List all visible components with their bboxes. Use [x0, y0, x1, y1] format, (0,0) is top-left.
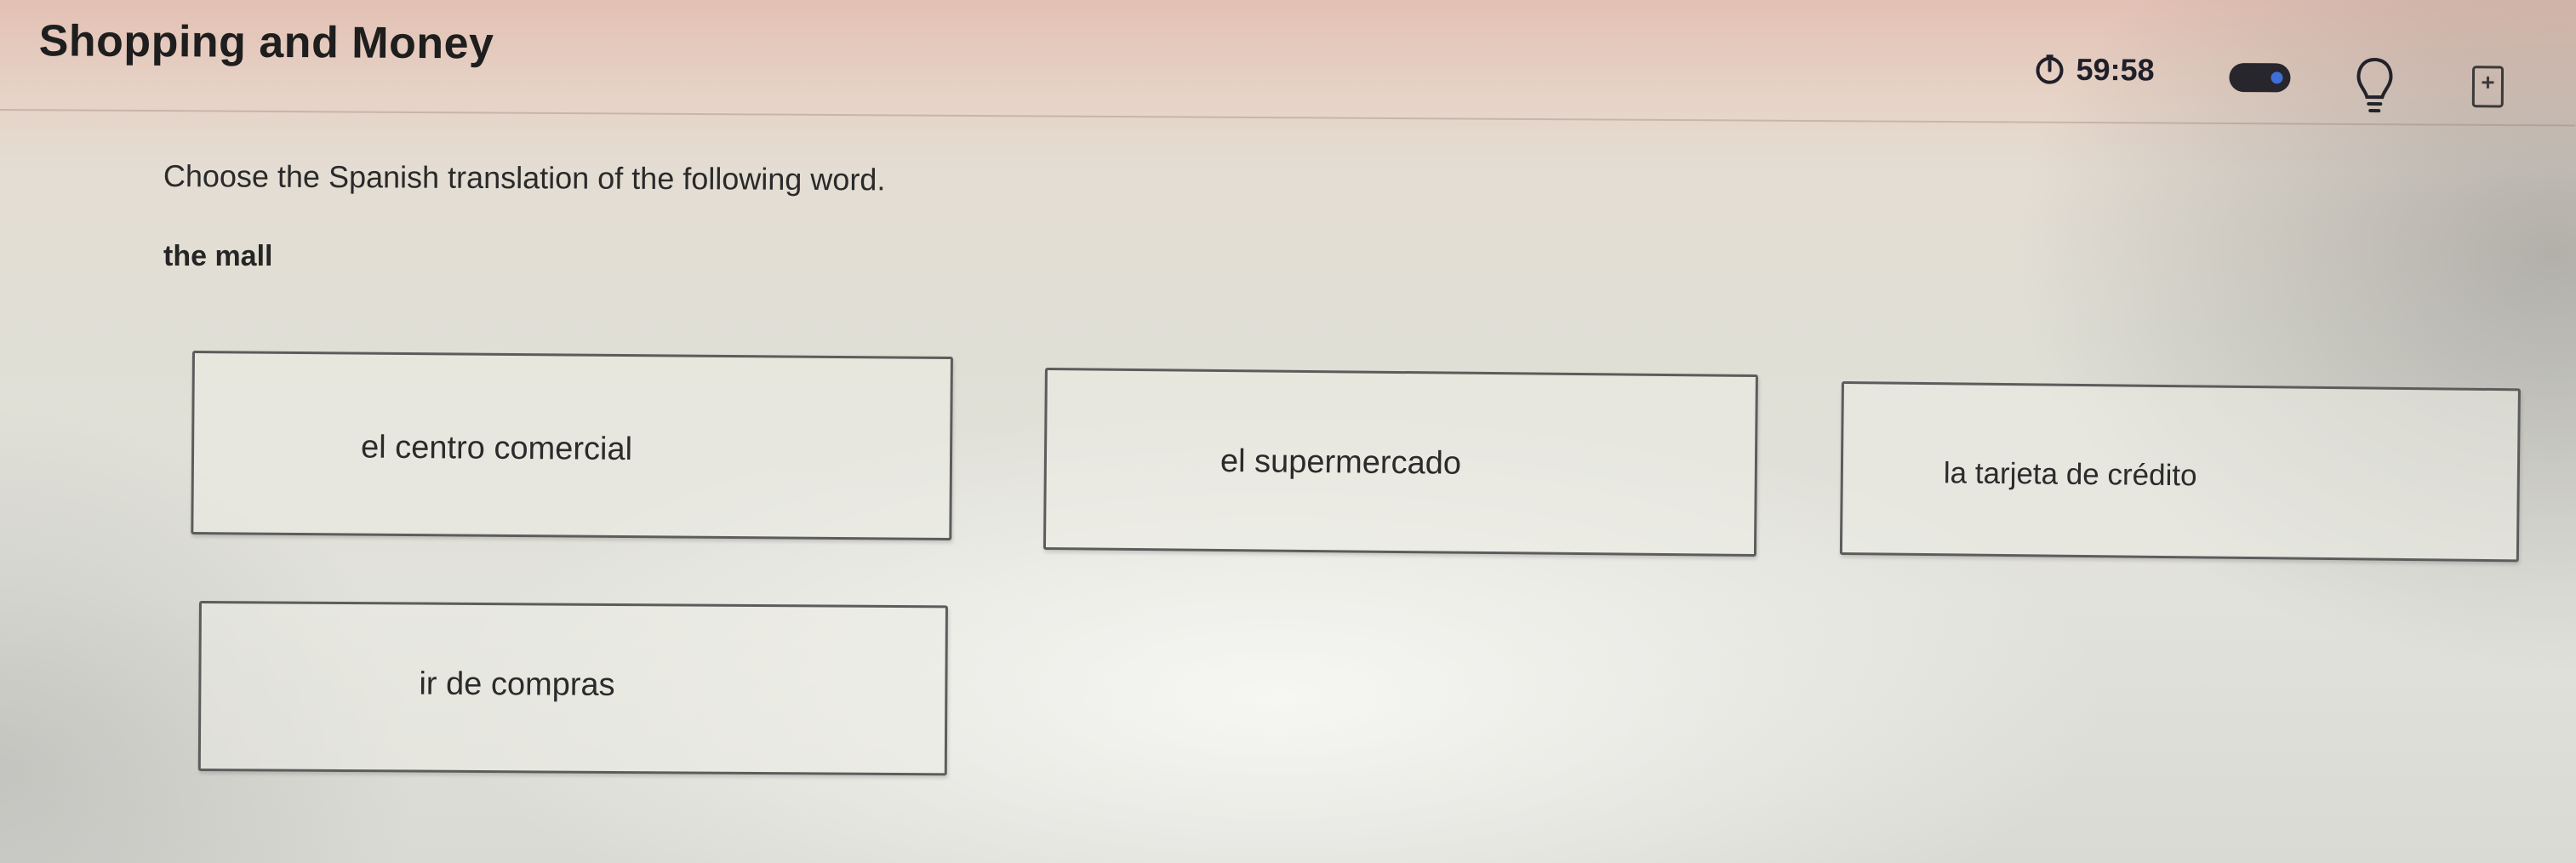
answer-choice-label: ir de compras	[419, 666, 615, 703]
calculator-button[interactable]	[2470, 65, 2505, 109]
answer-choice-ir-de-compras[interactable]: ir de compras	[197, 601, 948, 776]
hint-button[interactable]	[2351, 54, 2397, 122]
answer-choice-la-tarjeta-de-credito[interactable]: la tarjeta de crédito	[1839, 381, 2521, 563]
lightbulb-icon	[2355, 55, 2394, 119]
toggle-switch[interactable]	[2229, 63, 2291, 93]
question-instruction: Choose the Spanish translation of the fo…	[163, 158, 886, 197]
answer-choice-label: la tarjeta de crédito	[1943, 456, 2197, 493]
calculator-icon	[2470, 66, 2505, 112]
timer-icon	[2033, 54, 2065, 86]
answer-choice-el-centro-comercial[interactable]: el centro comercial	[191, 351, 953, 541]
answer-choice-label: el supermercado	[1219, 443, 1462, 482]
page-title: Shopping and Money	[38, 16, 494, 69]
answer-choice-el-supermercado[interactable]: el supermercado	[1042, 368, 1758, 557]
timer: 59:58	[2033, 51, 2155, 89]
timer-text: 59:58	[2076, 51, 2155, 88]
prompt-word: the mall	[163, 240, 273, 272]
toggle-knob	[2270, 71, 2283, 84]
answer-choice-label: el centro comercial	[360, 429, 633, 468]
app-header: Shopping and Money 59:58	[0, 0, 2576, 127]
